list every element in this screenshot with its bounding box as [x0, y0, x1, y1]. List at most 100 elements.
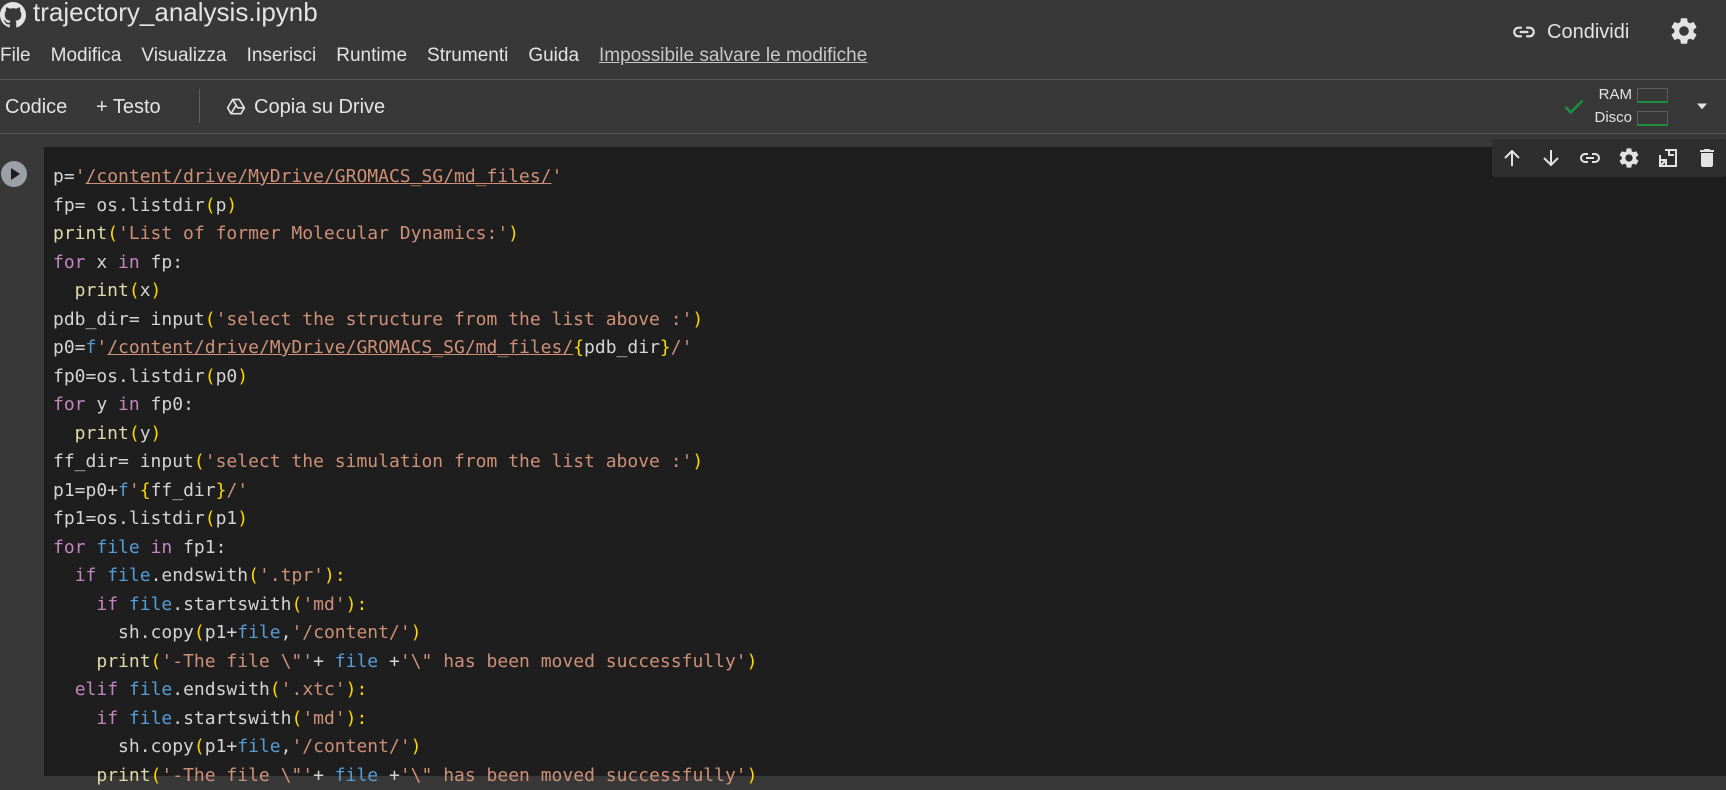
code-token: file	[335, 765, 378, 786]
code-token: f	[86, 337, 97, 358]
code-token: '.tpr'	[259, 565, 324, 586]
code-token: (	[107, 223, 118, 244]
link-icon	[1511, 19, 1537, 45]
code-token: (	[291, 594, 302, 615]
cell-link-button[interactable]	[1570, 139, 1609, 177]
code-token: ):	[324, 565, 346, 586]
code-token	[53, 765, 96, 786]
top-bar: trajectory_analysis.ipynb File Modifica …	[0, 0, 1726, 80]
code-token: file	[129, 679, 172, 700]
code-token: ):	[346, 679, 368, 700]
code-token: p1=p0+	[53, 480, 118, 501]
code-token: '-The file \"'	[161, 765, 313, 786]
arrow-up-icon	[1500, 146, 1524, 170]
code-token: '	[129, 480, 140, 501]
menu-insert[interactable]: Inserisci	[247, 45, 317, 67]
code-token: file	[129, 594, 172, 615]
code-line: pdb_dir= input('select the structure fro…	[53, 306, 757, 335]
code-token: ):	[346, 594, 368, 615]
code-token: p1	[216, 508, 238, 529]
code-token: (	[129, 423, 140, 444]
code-token: (	[151, 651, 162, 672]
share-button[interactable]: Condividi	[1511, 16, 1629, 48]
code-token: /'	[671, 337, 693, 358]
menu-edit[interactable]: Modifica	[51, 45, 122, 67]
code-token: fp:	[140, 252, 183, 273]
ram-label: RAM	[1599, 86, 1632, 103]
code-token: (	[194, 736, 205, 757]
disk-label: Disco	[1594, 109, 1632, 126]
toolbar-divider	[199, 89, 200, 123]
mirror-cell-button[interactable]	[1648, 139, 1687, 177]
menu-tools[interactable]: Strumenti	[427, 45, 508, 67]
cell-toolbar	[1492, 139, 1726, 177]
code-cell[interactable]: p='/content/drive/MyDrive/GROMACS_SG/md_…	[0, 147, 1726, 776]
code-token: elif	[75, 679, 118, 700]
code-token: file	[96, 537, 139, 558]
run-cell-icon[interactable]	[0, 160, 28, 188]
gear-icon	[1617, 146, 1641, 170]
code-token: file	[107, 565, 150, 586]
code-token: /'	[226, 480, 248, 501]
move-cell-up-button[interactable]	[1492, 139, 1531, 177]
code-token	[118, 679, 129, 700]
code-token	[53, 594, 96, 615]
add-code-button[interactable]: Codice	[5, 92, 67, 122]
code-token: )	[692, 451, 703, 472]
code-editor[interactable]: p='/content/drive/MyDrive/GROMACS_SG/md_…	[53, 163, 757, 790]
code-token: .endswith	[172, 679, 270, 700]
code-token: print	[53, 223, 107, 244]
code-token: p1+	[205, 736, 238, 757]
move-cell-down-button[interactable]	[1531, 139, 1570, 177]
add-text-button[interactable]: + Testo	[96, 92, 161, 122]
code-token: {	[140, 480, 151, 501]
code-token: y	[86, 394, 119, 415]
code-token: )	[747, 651, 758, 672]
code-token: p0	[216, 366, 238, 387]
code-token: '/content/'	[291, 736, 410, 757]
code-token: )	[411, 622, 422, 643]
code-token: fp0:	[140, 394, 194, 415]
code-token: pdb_dir= input	[53, 309, 205, 330]
code-token: (	[205, 309, 216, 330]
menu-help[interactable]: Guida	[528, 45, 579, 67]
menu-runtime[interactable]: Runtime	[336, 45, 407, 67]
notebook-title[interactable]: trajectory_analysis.ipynb	[33, 0, 318, 28]
copy-to-drive-label: Copia su Drive	[254, 96, 385, 119]
gear-icon[interactable]	[1668, 15, 1700, 47]
code-token: sh.copy	[53, 622, 194, 643]
code-token: fp1:	[172, 537, 226, 558]
share-label: Condividi	[1547, 21, 1629, 44]
code-line: sh.copy(p1+file,'/content/')	[53, 733, 757, 762]
code-token: (	[291, 708, 302, 729]
cell-settings-button[interactable]	[1609, 139, 1648, 177]
code-line: p='/content/drive/MyDrive/GROMACS_SG/md_…	[53, 163, 757, 192]
code-token: )	[411, 736, 422, 757]
code-token: '\" has been moved successfully'	[400, 651, 747, 672]
code-token: (	[194, 622, 205, 643]
delete-cell-button[interactable]	[1687, 139, 1726, 177]
code-token	[53, 651, 96, 672]
code-token: +	[378, 651, 400, 672]
chevron-down-icon[interactable]	[1692, 96, 1712, 116]
code-line: elif file.endswith('.xtc'):	[53, 676, 757, 705]
code-token: '	[96, 337, 107, 358]
divider	[0, 133, 1726, 134]
code-token: x	[86, 252, 119, 273]
code-token: +	[313, 651, 335, 672]
menu-file[interactable]: File	[0, 45, 31, 67]
resource-monitor[interactable]: RAM Disco	[1560, 84, 1680, 130]
unsaved-changes-link[interactable]: Impossibile salvare le modifiche	[599, 45, 867, 67]
code-token: (	[270, 679, 281, 700]
code-line: fp= os.listdir(p)	[53, 192, 757, 221]
code-token: (	[248, 565, 259, 586]
code-line: print(y)	[53, 420, 757, 449]
code-token: '	[75, 166, 86, 187]
code-line: for x in fp:	[53, 249, 757, 278]
code-token: 'md'	[302, 594, 345, 615]
code-token	[118, 708, 129, 729]
menu-view[interactable]: Visualizza	[141, 45, 226, 67]
code-token: pdb_dir	[584, 337, 660, 358]
code-token: {	[573, 337, 584, 358]
copy-to-drive-button[interactable]: Copia su Drive	[226, 92, 385, 122]
